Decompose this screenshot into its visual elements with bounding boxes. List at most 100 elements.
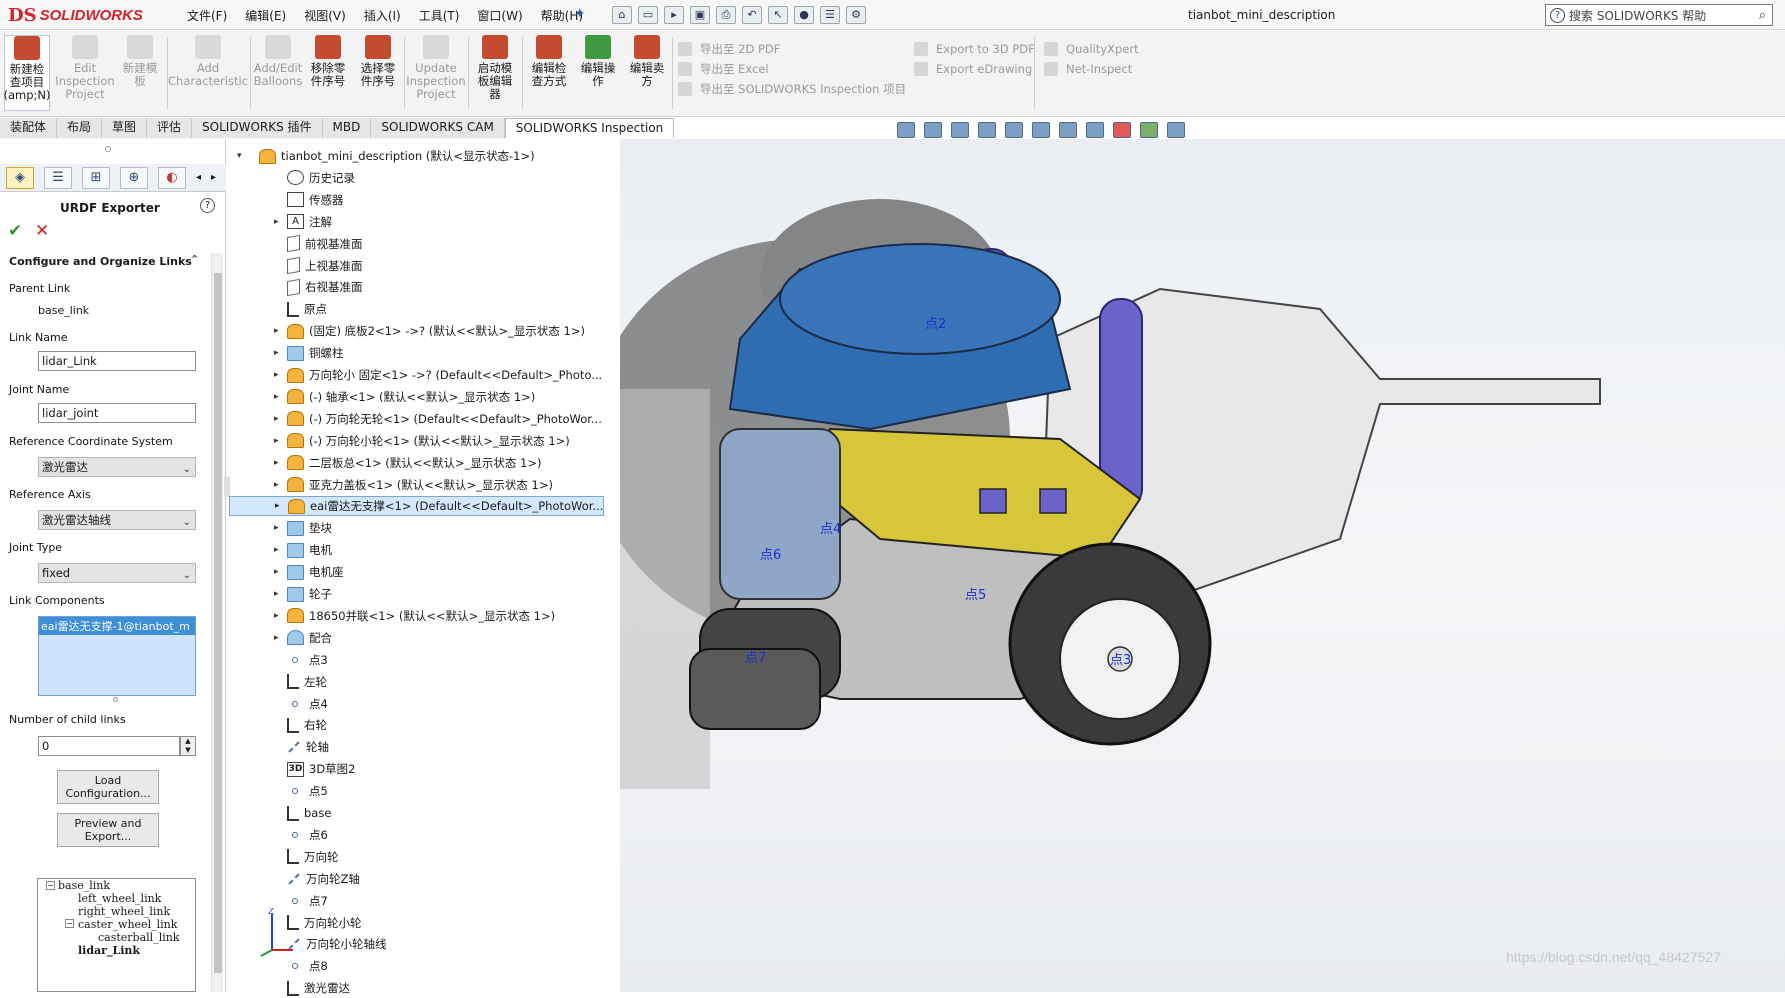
select-balloon-button[interactable]: 选择零 件序号 [355, 35, 401, 111]
point-label-3[interactable]: 点3 [1110, 653, 1131, 668]
tab-inspection[interactable]: SOLIDWORKS Inspection [504, 118, 675, 138]
solidworks-logo[interactable]: DS SOLIDWORKS [8, 4, 153, 26]
tab-cam[interactable]: SOLIDWORKS CAM [371, 118, 505, 138]
ref-axis-select[interactable]: 激光雷达轴线 ⌄ [38, 510, 196, 530]
net-inspect-button[interactable]: Net-Inspect [1044, 59, 1139, 79]
feature-tree-item[interactable]: ▸ 万向轮小 固定<1> ->? (Default<<Default>_Photo… [229, 365, 602, 385]
tab-mbd[interactable]: MBD [322, 118, 372, 138]
feature-tree-item[interactable]: 点4 [229, 694, 328, 714]
load-configuration-button[interactable]: Load Configuration... [57, 770, 159, 804]
link-name-input[interactable]: lidar_Link [38, 351, 196, 371]
feature-tree-item[interactable]: ▸ 铜螺柱 [229, 343, 344, 363]
feature-tree-item[interactable]: ▸ 垫块 [229, 518, 332, 538]
zoom-to-area-icon[interactable] [924, 122, 942, 138]
tree-node-base-link[interactable]: base_link [58, 879, 110, 892]
preview-export-button[interactable]: Preview and Export... [57, 813, 159, 847]
feature-manager-tab-icon[interactable]: ◈ [6, 166, 34, 189]
scrollbar-thumb[interactable] [214, 273, 222, 973]
cancel-x-icon[interactable]: ✕ [35, 221, 49, 241]
feature-tree-item[interactable]: 点8 [229, 956, 328, 976]
feature-tree-item[interactable]: 右视基准面 [229, 277, 363, 297]
link-component-item[interactable]: eai雷达无支撑-1@tianbot_m [39, 617, 195, 635]
export-excel-button[interactable]: 导出至 Excel [678, 59, 906, 79]
feature-tree-item[interactable]: 万向轮 [229, 847, 339, 867]
apply-scene-icon[interactable] [1140, 122, 1158, 138]
tree-node-left-wheel[interactable]: left_wheel_link [78, 892, 161, 905]
collapse-chevron-icon[interactable]: ⌃ [190, 253, 199, 266]
expand-arrow-icon[interactable]: ▸ [274, 370, 284, 380]
edit-appearance-icon[interactable] [1113, 122, 1131, 138]
zoom-to-fit-icon[interactable] [897, 122, 915, 138]
qualityxpert-button[interactable]: QualityXpert [1044, 39, 1139, 59]
file-properties-icon[interactable]: ☰ [820, 6, 840, 24]
add-edit-balloons-button[interactable]: Add/Edit Balloons [254, 35, 302, 111]
previous-view-icon[interactable] [951, 122, 969, 138]
open-icon[interactable]: ▸ [664, 6, 684, 24]
expand-arrow-icon[interactable]: ▸ [274, 217, 284, 227]
menu-insert[interactable]: 插入(I) [355, 7, 410, 24]
dimxpert-tab-icon[interactable]: ⊕ [120, 166, 148, 189]
edit-vendor-button[interactable]: 编辑卖 方 [624, 35, 670, 111]
resize-grip-icon[interactable] [113, 697, 118, 702]
home-icon[interactable]: ⌂ [612, 6, 632, 24]
menu-file[interactable]: 文件(F) [178, 7, 236, 24]
template-editor-button[interactable]: 启动模 板编辑 器 [472, 35, 518, 111]
view-settings-icon[interactable] [1167, 122, 1185, 138]
tab-evaluate[interactable]: 评估 [147, 118, 193, 138]
options-gear-icon[interactable]: ⚙ [846, 6, 866, 24]
expand-arrow-icon[interactable]: ▸ [274, 523, 284, 533]
property-manager-tab-icon[interactable]: ☰ [44, 166, 72, 189]
feature-tree-item[interactable]: 左轮 [229, 672, 327, 692]
feature-tree-item[interactable]: ▸ 配合 [229, 628, 332, 648]
joint-name-input[interactable]: lidar_joint [38, 403, 196, 423]
feature-tree-item[interactable]: ▸ 亚克力盖板<1> (默认<<默认>_显示状态 1>) [229, 475, 553, 495]
feature-tree-item[interactable]: 传感器 [229, 190, 344, 210]
feature-tree-item[interactable]: 右轮 [229, 715, 327, 735]
new-document-icon[interactable]: ▭ [638, 6, 658, 24]
new-inspection-project-button[interactable]: 新建检 查项目 (amp;N) [4, 35, 51, 111]
export-3d-pdf-button[interactable]: Export to 3D PDF [914, 39, 1035, 59]
feature-tree-item[interactable]: ▸ (-) 万向轮无轮<1> (Default<<Default>_PhotoWo… [229, 409, 602, 429]
menu-tools[interactable]: 工具(T) [410, 7, 469, 24]
edit-operation-button[interactable]: 编辑操 作 [575, 35, 621, 111]
expand-arrow-icon[interactable]: ▸ [274, 414, 284, 424]
configuration-manager-tab-icon[interactable]: ⊞ [82, 166, 110, 189]
pin-icon[interactable]: ✦ [574, 6, 590, 24]
dynamic-annotation-icon[interactable] [1005, 122, 1023, 138]
feature-tree-item[interactable]: 点3 [229, 650, 328, 670]
feature-tree-item[interactable]: ▸ 电机 [229, 540, 332, 560]
menu-view[interactable]: 视图(V) [295, 7, 355, 24]
search-icon[interactable]: ⌕ [1759, 8, 1766, 23]
feature-tree-item[interactable]: ▸ (-) 万向轮小轮<1> (默认<<默认>_显示状态 1>) [229, 431, 570, 451]
point-label-6[interactable]: 点6 [760, 548, 781, 563]
export-inspection-project-button[interactable]: 导出至 SOLIDWORKS Inspection 项目 [678, 79, 906, 99]
help-icon[interactable]: ? [200, 198, 215, 213]
panel-scrollbar[interactable] [211, 253, 223, 992]
display-manager-tab-icon[interactable]: ◐ [158, 166, 186, 189]
tab-scroll-left-icon[interactable]: ◂ [196, 172, 201, 183]
export-edrawing-button[interactable]: Export eDrawing [914, 59, 1035, 79]
expand-arrow-icon[interactable]: ▾ [237, 151, 247, 161]
hide-show-items-icon[interactable] [1086, 122, 1104, 138]
add-characteristic-button[interactable]: Add Characteristic [168, 35, 248, 111]
feature-tree-item[interactable]: 前视基准面 [229, 234, 363, 254]
graphics-area[interactable]: 点2 点4 点6 点5 点7 点3 https://blog.csdn.net/… [590, 139, 1785, 992]
tab-layout[interactable]: 布局 [57, 118, 103, 138]
feature-tree-item[interactable]: ▸ (-) 轴承<1> (默认<<默认>_显示状态 1>) [229, 387, 535, 407]
remove-balloon-button[interactable]: 移除零 件序号 [305, 35, 351, 111]
point-label-4[interactable]: 点4 [820, 522, 841, 537]
display-style-icon[interactable] [1059, 122, 1077, 138]
menu-edit[interactable]: 编辑(E) [236, 7, 295, 24]
tree-node-caster-wheel[interactable]: caster_wheel_link [78, 918, 177, 931]
feature-tree-item[interactable]: 3D 3D草图2 [229, 759, 356, 779]
collapse-toggle-icon[interactable]: − [46, 881, 55, 890]
feature-tree-item[interactable]: ▸ (固定) 底板2<1> ->? (默认<<默认>_显示状态 1>) [229, 321, 585, 341]
section-view-icon[interactable] [978, 122, 996, 138]
point-label-7[interactable]: 点7 [745, 651, 766, 666]
feature-tree-item[interactable]: 历史记录 [229, 168, 355, 188]
ref-csys-select[interactable]: 激光雷达 ⌄ [38, 457, 196, 477]
feature-tree-item[interactable]: 万向轮Z轴 [229, 869, 360, 889]
tab-sketch[interactable]: 草图 [102, 118, 148, 138]
export-2d-pdf-button[interactable]: 导出至 2D PDF [678, 39, 906, 59]
panel-grip-icon[interactable] [105, 146, 111, 152]
